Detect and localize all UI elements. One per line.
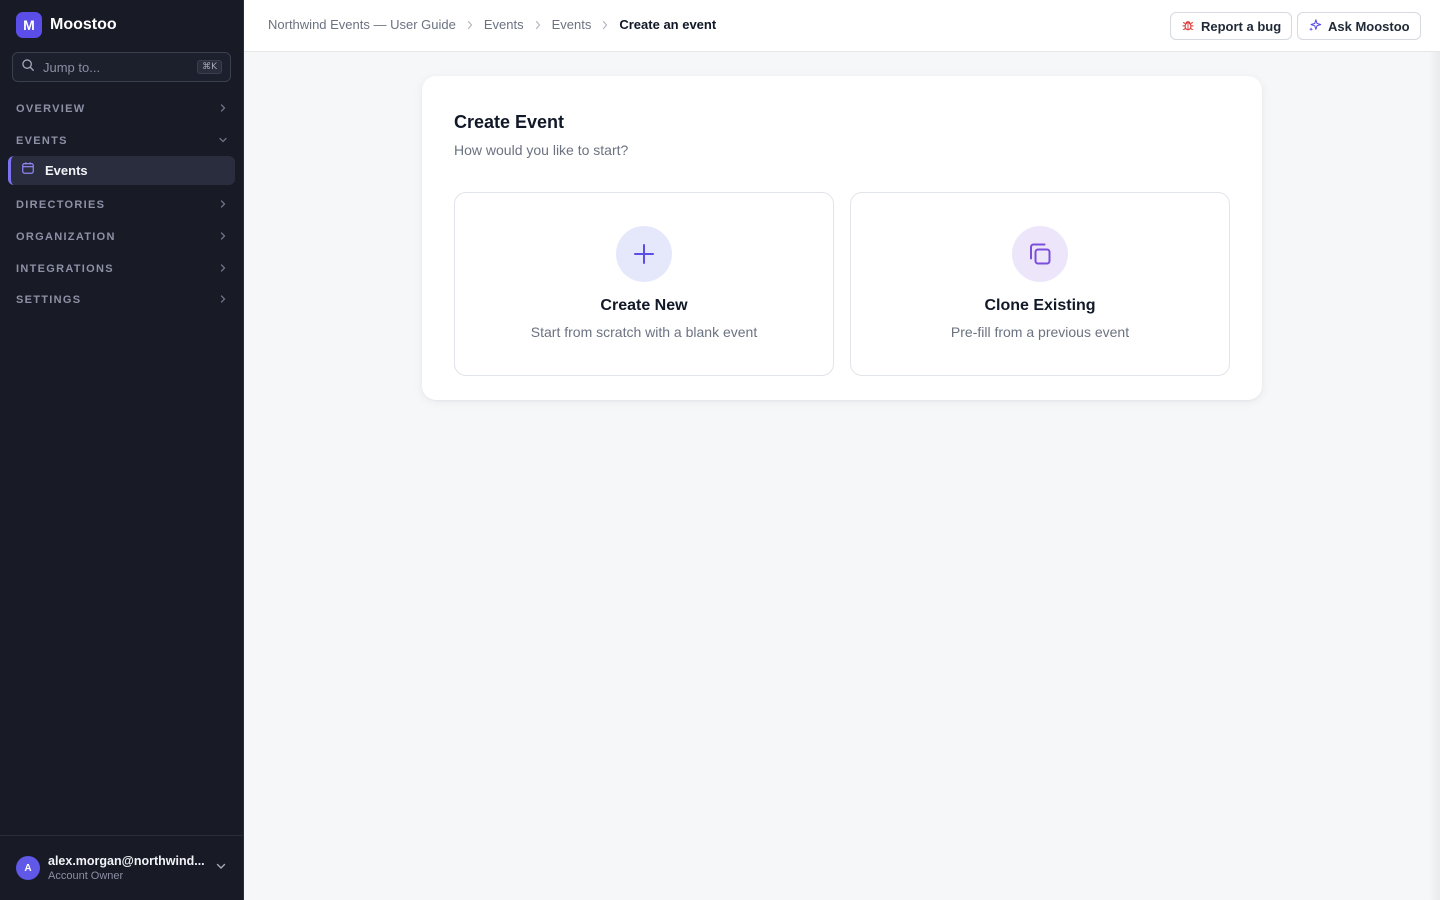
- breadcrumb-link[interactable]: Events: [552, 17, 592, 32]
- nav-section-events[interactable]: EVENTS: [16, 132, 228, 150]
- nav-section-directories[interactable]: DIRECTORIES: [16, 196, 228, 214]
- nav-section-label: SETTINGS: [16, 294, 82, 306]
- brand-logo: M: [16, 12, 42, 38]
- bug-icon: [1181, 18, 1201, 35]
- page-title: Create Event: [454, 112, 565, 132]
- chevron-right-icon: [218, 100, 228, 118]
- breadcrumb-link[interactable]: Events: [484, 17, 524, 32]
- create-new-option[interactable]: Create New Start from scratch with a bla…: [454, 192, 834, 376]
- page-subtitle: How would you like to start?: [454, 142, 629, 158]
- nav-section-label: DIRECTORIES: [16, 199, 106, 211]
- scroll-shadow: [1428, 52, 1440, 900]
- chevron-right-icon: [218, 228, 228, 246]
- top-bar: Northwind Events — User Guide Events Eve…: [244, 0, 1440, 52]
- nav-section-organization[interactable]: ORGANIZATION: [16, 228, 228, 246]
- brand-name: Moostoo: [50, 16, 117, 33]
- search-placeholder: Jump to...: [43, 59, 101, 75]
- nav-section-label: OVERVIEW: [16, 103, 86, 115]
- nav-section-settings[interactable]: SETTINGS: [16, 291, 228, 309]
- chevron-right-icon: [218, 260, 228, 278]
- chevron-right-icon: [218, 196, 228, 214]
- plus-icon: [616, 226, 672, 282]
- nav-section-label: EVENTS: [16, 135, 68, 147]
- breadcrumb-current: Create an event: [619, 17, 717, 32]
- calendar-icon: [21, 161, 35, 180]
- user-role: Account Owner: [48, 870, 124, 882]
- clone-existing-option[interactable]: Clone Existing Pre-fill from a previous …: [850, 192, 1230, 376]
- search-icon: [21, 58, 35, 77]
- nav-section-label: ORGANIZATION: [16, 231, 116, 243]
- copy-icon: [1012, 226, 1068, 282]
- chevron-right-icon: [601, 20, 609, 30]
- brand[interactable]: M Moostoo: [16, 12, 117, 38]
- sidebar-item-events[interactable]: Events: [8, 156, 235, 185]
- sidebar: M Moostoo Jump to... ⌘K OVERVIEW EVENTS …: [0, 0, 244, 900]
- chevron-right-icon: [466, 20, 474, 30]
- chevron-down-icon: [218, 132, 228, 150]
- user-info: alex.morgan@northwind... Account Owner: [48, 854, 215, 882]
- chevron-right-icon: [534, 20, 542, 30]
- report-bug-label: Report a bug: [1201, 18, 1282, 34]
- option-description: Start from scratch with a blank event: [530, 324, 758, 340]
- breadcrumb-link[interactable]: Northwind Events — User Guide: [268, 17, 456, 32]
- avatar: A: [16, 856, 40, 880]
- sparkles-icon: [1308, 18, 1328, 35]
- nav-section-overview[interactable]: OVERVIEW: [16, 100, 228, 118]
- user-email: alex.morgan@northwind...: [48, 854, 205, 868]
- jump-to-search[interactable]: Jump to... ⌘K: [12, 52, 231, 82]
- option-title: Create New: [600, 297, 688, 314]
- nav-section-integrations[interactable]: INTEGRATIONS: [16, 260, 228, 278]
- ask-moostoo-button[interactable]: Ask Moostoo: [1297, 12, 1421, 40]
- option-title: Clone Existing: [984, 297, 1096, 314]
- shortcut-badge: ⌘K: [197, 60, 222, 74]
- chevron-right-icon: [218, 291, 228, 309]
- report-bug-button[interactable]: Report a bug: [1170, 12, 1293, 40]
- sidebar-item-label: Events: [45, 163, 88, 178]
- option-description: Pre-fill from a previous event: [950, 324, 1130, 340]
- chevron-down-icon: [215, 859, 227, 877]
- user-menu[interactable]: A alex.morgan@northwind... Account Owner: [0, 835, 243, 900]
- nav-section-label: INTEGRATIONS: [16, 263, 114, 275]
- create-event-card: Create Event How would you like to start…: [422, 76, 1262, 400]
- breadcrumb: Northwind Events — User Guide Events Eve…: [268, 17, 716, 32]
- ask-moostoo-label: Ask Moostoo: [1328, 18, 1410, 34]
